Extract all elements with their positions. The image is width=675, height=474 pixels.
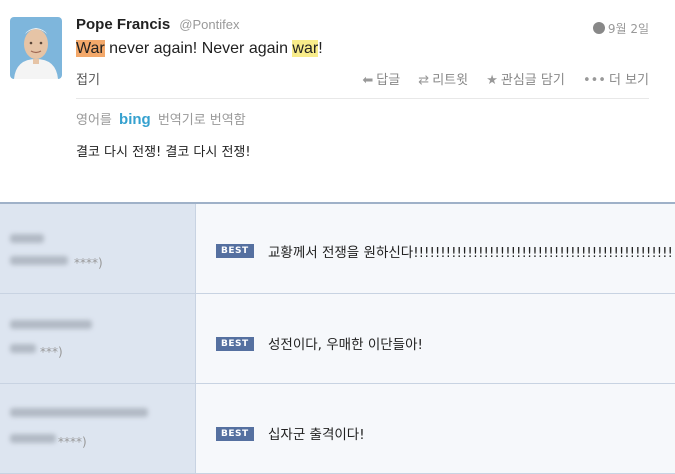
divider — [76, 98, 649, 99]
blurred-username — [10, 408, 148, 417]
blurred-username — [10, 234, 44, 243]
translation-source: 영어를 bing 번역기로 번역함 — [76, 109, 246, 128]
author-handle[interactable]: @Pontifex — [179, 17, 239, 32]
tweet-date[interactable]: 9월 2일 — [608, 22, 649, 36]
favorite-button[interactable]: ★ 관심글 담기 — [486, 73, 565, 88]
avatar[interactable] — [10, 17, 62, 79]
comment-item: ***) BEST 성전이다, 우매한 이단들아! — [0, 294, 675, 384]
blurred-userid — [10, 434, 56, 443]
more-label: 더 보기 — [608, 73, 649, 88]
masked-id: ****) — [74, 256, 103, 270]
translate-suffix: 번역기로 번역함 — [157, 113, 246, 128]
comment-item: ****) BEST 교황께서 전쟁을 원하신다!!!!!!!!!!!!!!!!… — [0, 204, 675, 294]
comment-text: 교황께서 전쟁을 원하신다!!!!!!!!!!!!!!!!!!!!!!!!!!!… — [268, 245, 675, 261]
tweet-timestamp[interactable]: 9월 2일 — [592, 20, 649, 37]
highlighted-word: War — [76, 40, 105, 57]
comment-item: ****) BEST 십자군 출격이다! — [0, 384, 675, 474]
reply-arrow-icon: ⬅ — [362, 73, 374, 88]
tweet-card: Pope Francis @Pontifex 9월 2일 War never a… — [0, 0, 675, 200]
favorite-label: 관심글 담기 — [500, 73, 565, 88]
tweet-text: War never again! Never again war! — [76, 40, 323, 58]
commenter-info: ***) — [0, 294, 196, 383]
reply-label: 답글 — [376, 73, 401, 88]
comment-body: BEST 십자군 출격이다! — [196, 384, 675, 473]
bing-logo[interactable]: bing — [119, 111, 151, 128]
tweet-text-middle: never again! Never again — [104, 40, 293, 57]
tweet-actions: ⬅ 답글 ⇄ 리트윗 ★ 관심글 담기 ••• 더 보기 — [348, 69, 649, 88]
blurred-username — [10, 320, 92, 329]
comment-body: BEST 성전이다, 우매한 이단들아! — [196, 294, 675, 383]
masked-id: ****) — [58, 435, 87, 449]
commenter-info: ****) — [0, 384, 196, 473]
author-name[interactable]: Pope Francis — [76, 16, 170, 33]
commenter-info: ****) — [0, 204, 196, 293]
star-icon: ★ — [486, 73, 498, 88]
best-badge: BEST — [216, 427, 254, 441]
ellipsis-icon: ••• — [582, 73, 606, 88]
best-badge: BEST — [216, 337, 254, 351]
retweet-icon: ⇄ — [418, 73, 430, 88]
translated-text: 결코 다시 전쟁! 결코 다시 전쟁! — [76, 145, 251, 160]
blurred-userid — [10, 344, 36, 353]
masked-id: ***) — [40, 345, 63, 359]
more-button[interactable]: ••• 더 보기 — [583, 73, 649, 88]
collapse-link[interactable]: 접기 — [76, 69, 100, 88]
translate-prefix: 영어를 — [76, 113, 112, 128]
retweet-button[interactable]: ⇄ 리트윗 — [418, 73, 468, 88]
comment-list: ****) BEST 교황께서 전쟁을 원하신다!!!!!!!!!!!!!!!!… — [0, 202, 675, 474]
globe-icon — [592, 22, 605, 34]
retweet-label: 리트윗 — [432, 73, 469, 88]
comment-body: BEST 교황께서 전쟁을 원하신다!!!!!!!!!!!!!!!!!!!!!!… — [196, 204, 675, 293]
comment-text: 십자군 출격이다! — [268, 427, 365, 443]
reply-button[interactable]: ⬅ 답글 — [362, 73, 400, 88]
tweet-text-end: ! — [318, 40, 323, 57]
best-badge: BEST — [216, 244, 254, 258]
blurred-userid — [10, 256, 68, 265]
comment-text: 성전이다, 우매한 이단들아! — [268, 337, 423, 353]
pope-portrait-image — [10, 17, 62, 79]
highlighted-word: war — [292, 40, 319, 57]
tweet-author[interactable]: Pope Francis @Pontifex — [76, 14, 239, 33]
